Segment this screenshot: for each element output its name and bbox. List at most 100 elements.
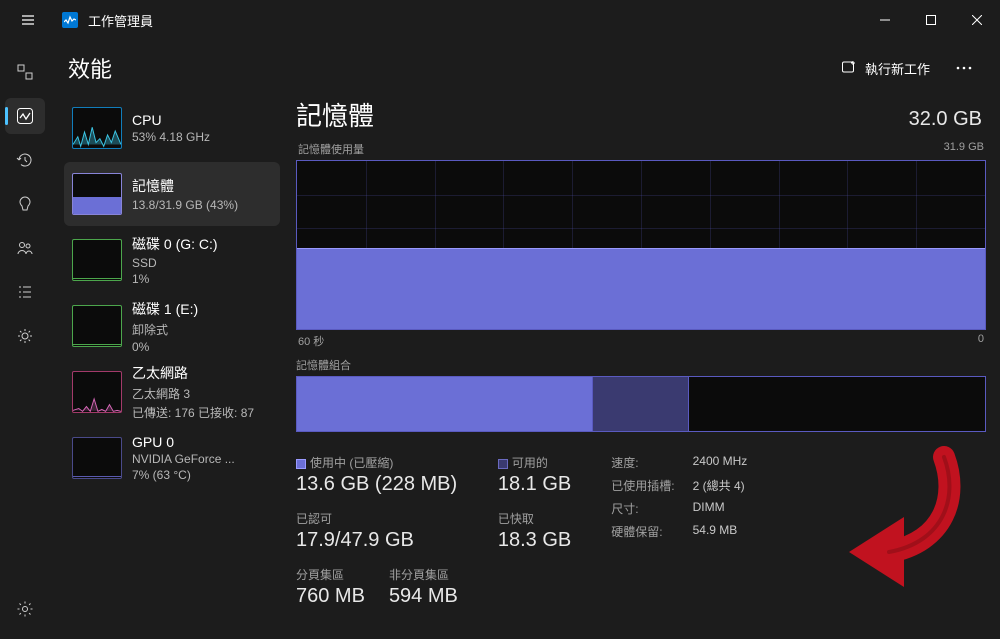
window-controls — [862, 0, 1000, 40]
comp-used — [297, 377, 593, 431]
form-v: DIMM — [693, 500, 748, 517]
sidebar-item-gpu0[interactable]: GPU 0 NVIDIA GeForce ... 7% (63 °C) — [64, 426, 280, 490]
run-new-task-icon — [841, 59, 857, 78]
available-label: 可用的 — [512, 456, 548, 470]
form-k: 尺寸: — [611, 500, 674, 517]
composition-label: 記憶體組合 — [296, 357, 986, 373]
run-new-task-button[interactable]: 執行新工作 — [831, 53, 940, 84]
nav-details[interactable] — [5, 274, 45, 310]
in-use-label: 使用中 (已壓縮) — [310, 456, 393, 470]
hamburger-menu-button[interactable] — [16, 8, 40, 32]
usage-area — [297, 248, 985, 329]
kv-grid: 速度: 2400 MHz 已使用插槽: 2 (總共 4) 尺寸: DIMM 硬體保留:… — [611, 454, 747, 608]
memory-thumb — [72, 173, 122, 215]
main: 效能 執行新工作 CPU 53% 4.18 GHz 記憶體 — [50, 40, 1000, 639]
sidebar-item-memory[interactable]: 記憶體 13.8/31.9 GB (43%) — [64, 162, 280, 226]
content: CPU 53% 4.18 GHz 記憶體 13.8/31.9 GB (43%) … — [50, 96, 1000, 639]
stat-cached: 已快取 18.3 GB — [498, 510, 571, 552]
close-button[interactable] — [954, 0, 1000, 40]
slots-v: 2 (總共 4) — [693, 477, 748, 494]
disk0-sub2: 1% — [132, 272, 218, 286]
memory-usage-chart[interactable] — [296, 160, 986, 330]
minimize-button[interactable] — [862, 0, 908, 40]
ethernet-name: 乙太網路 — [132, 363, 254, 383]
disk0-name: 磁碟 0 (G: C:) — [132, 234, 218, 254]
stat-committed: 已認可 17.9/47.9 GB — [296, 510, 458, 552]
nonpaged-label: 非分頁集區 — [389, 566, 458, 583]
detail-title: 記憶體 — [296, 96, 374, 133]
sidebar-item-disk1[interactable]: 磁碟 1 (E:) 卸除式 0% — [64, 294, 280, 358]
paged-label: 分頁集區 — [296, 566, 365, 583]
nav-app-history[interactable] — [5, 142, 45, 178]
x-left: 60 秒 — [298, 333, 324, 349]
disk1-name: 磁碟 1 (E:) — [132, 299, 198, 319]
ethernet-thumb — [72, 371, 122, 413]
memory-name: 記憶體 — [132, 176, 238, 196]
gpu0-thumb — [72, 437, 122, 479]
nav-performance[interactable] — [5, 98, 45, 134]
stats: 使用中 (已壓縮) 13.6 GB (228 MB) 已認可 17.9/47.9… — [296, 454, 986, 608]
slots-k: 已使用插槽: — [611, 477, 674, 494]
run-new-task-label: 執行新工作 — [865, 59, 930, 78]
memory-sub: 13.8/31.9 GB (43%) — [132, 198, 238, 212]
reserved-v: 54.9 MB — [693, 523, 748, 540]
disk1-sub: 卸除式 — [132, 321, 198, 338]
cpu-sub: 53% 4.18 GHz — [132, 130, 210, 144]
maximize-button[interactable] — [908, 0, 954, 40]
stat-paged: 分頁集區 760 MB — [296, 566, 365, 608]
cpu-name: CPU — [132, 112, 210, 128]
nav-services[interactable] — [5, 318, 45, 354]
stat-nonpaged: 非分頁集區 594 MB — [389, 566, 458, 608]
stat-in-use: 使用中 (已壓縮) 13.6 GB (228 MB) — [296, 454, 458, 496]
performance-sidebar: CPU 53% 4.18 GHz 記憶體 13.8/31.9 GB (43%) … — [64, 96, 280, 625]
stats-col-2: 可用的 18.1 GB 已快取 18.3 GB — [498, 454, 571, 608]
speed-v: 2400 MHz — [693, 454, 748, 471]
cpu-thumb — [72, 107, 122, 149]
gpu0-name: GPU 0 — [132, 434, 235, 450]
stats-col-1: 使用中 (已壓縮) 13.6 GB (228 MB) 已認可 17.9/47.9… — [296, 454, 458, 608]
comp-standby — [593, 377, 689, 431]
nav-users[interactable] — [5, 230, 45, 266]
app-icon — [62, 12, 78, 28]
ethernet-sub2: 已傳送: 176 已接收: 87 — [132, 404, 254, 421]
detail-total: 32.0 GB — [909, 108, 982, 131]
comp-free — [689, 377, 985, 431]
disk1-thumb — [72, 305, 122, 347]
detail-pane: 記憶體 32.0 GB 記憶體使用量 31.9 GB 60 秒 0 記憶體組合 — [290, 96, 986, 625]
gpu0-sub2: 7% (63 °C) — [132, 468, 235, 482]
page-header: 效能 執行新工作 — [50, 40, 1000, 96]
memory-composition-chart[interactable] — [296, 376, 986, 432]
in-use-value: 13.6 GB (228 MB) — [296, 473, 458, 496]
available-value: 18.1 GB — [498, 473, 571, 496]
more-button[interactable] — [946, 52, 982, 84]
committed-value: 17.9/47.9 GB — [296, 529, 458, 552]
speed-k: 速度: — [611, 454, 674, 471]
disk1-sub2: 0% — [132, 340, 198, 354]
usage-chart-label-row: 記憶體使用量 31.9 GB — [296, 141, 986, 157]
sidebar-item-cpu[interactable]: CPU 53% 4.18 GHz — [64, 96, 280, 160]
reserved-k: 硬體保留: — [611, 523, 674, 540]
stat-available: 可用的 18.1 GB — [498, 454, 571, 496]
paged-value: 760 MB — [296, 585, 365, 608]
page-title: 效能 — [68, 52, 112, 84]
x-right: 0 — [978, 333, 984, 349]
nonpaged-value: 594 MB — [389, 585, 458, 608]
nav-processes[interactable] — [5, 54, 45, 90]
usage-x-axis: 60 秒 0 — [296, 333, 986, 349]
usage-max: 31.9 GB — [944, 141, 984, 157]
nav-rail — [0, 40, 50, 639]
window-title: 工作管理員 — [88, 11, 153, 30]
disk0-thumb — [72, 239, 122, 281]
nav-startup[interactable] — [5, 186, 45, 222]
gpu0-sub: NVIDIA GeForce ... — [132, 452, 235, 466]
cached-value: 18.3 GB — [498, 529, 571, 552]
ethernet-sub: 乙太網路 3 — [132, 385, 254, 402]
sidebar-item-ethernet[interactable]: 乙太網路 乙太網路 3 已傳送: 176 已接收: 87 — [64, 360, 280, 424]
committed-label: 已認可 — [296, 510, 458, 527]
titlebar: 工作管理員 — [0, 0, 1000, 40]
sidebar-item-disk0[interactable]: 磁碟 0 (G: C:) SSD 1% — [64, 228, 280, 292]
detail-header: 記憶體 32.0 GB — [296, 96, 986, 133]
nav-settings[interactable] — [5, 591, 45, 627]
cached-label: 已快取 — [498, 510, 571, 527]
usage-label: 記憶體使用量 — [298, 141, 364, 157]
